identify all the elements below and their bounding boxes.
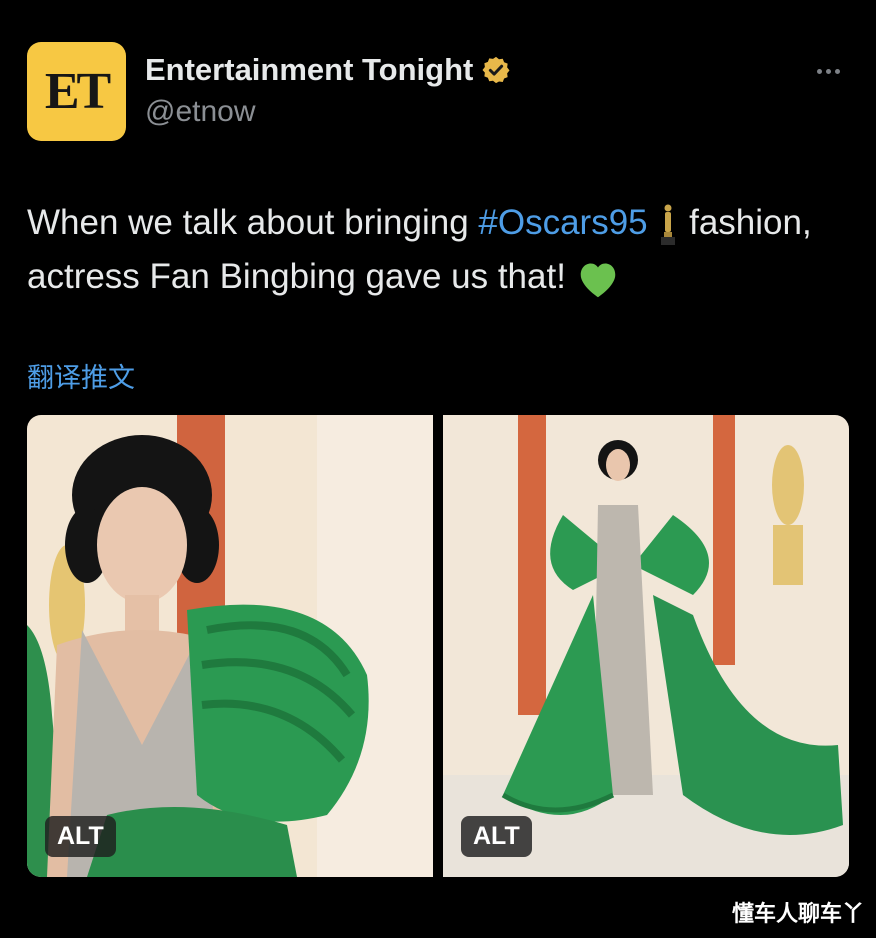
photo-full-length[interactable]: ALT bbox=[443, 415, 849, 877]
tweet-text: When we talk about bringing #Oscars95 fa… bbox=[27, 196, 827, 304]
oscar-statuette-icon bbox=[661, 204, 676, 245]
more-dot bbox=[834, 68, 840, 74]
account-avatar[interactable]: ET bbox=[27, 42, 126, 141]
photo-full-length-image bbox=[443, 415, 849, 877]
avatar-logo-text: ET bbox=[44, 63, 111, 120]
tweet-text-part1: When we talk about bringing bbox=[27, 203, 479, 242]
green-heart-icon bbox=[580, 263, 615, 297]
alt-badge[interactable]: ALT bbox=[461, 816, 532, 857]
alt-badge[interactable]: ALT bbox=[45, 816, 116, 857]
media-grid: ALT ALT bbox=[27, 415, 849, 877]
photo-closeup-image bbox=[27, 415, 433, 877]
photo-closeup[interactable]: ALT bbox=[27, 415, 433, 877]
watermark-text: 懂车人聊车丫 bbox=[731, 901, 864, 926]
hashtag-link[interactable]: #Oscars95 bbox=[478, 203, 647, 242]
more-options-icon bbox=[816, 68, 822, 74]
name-row: Entertainment Tonight bbox=[145, 52, 511, 88]
verified-badge-icon bbox=[482, 56, 510, 84]
account-handle[interactable]: @etnow bbox=[145, 95, 256, 129]
more-options-button[interactable] bbox=[810, 56, 846, 86]
more-dot bbox=[825, 68, 831, 74]
display-name[interactable]: Entertainment Tonight bbox=[145, 52, 473, 88]
translate-tweet-link[interactable]: 翻译推文 bbox=[27, 356, 135, 395]
